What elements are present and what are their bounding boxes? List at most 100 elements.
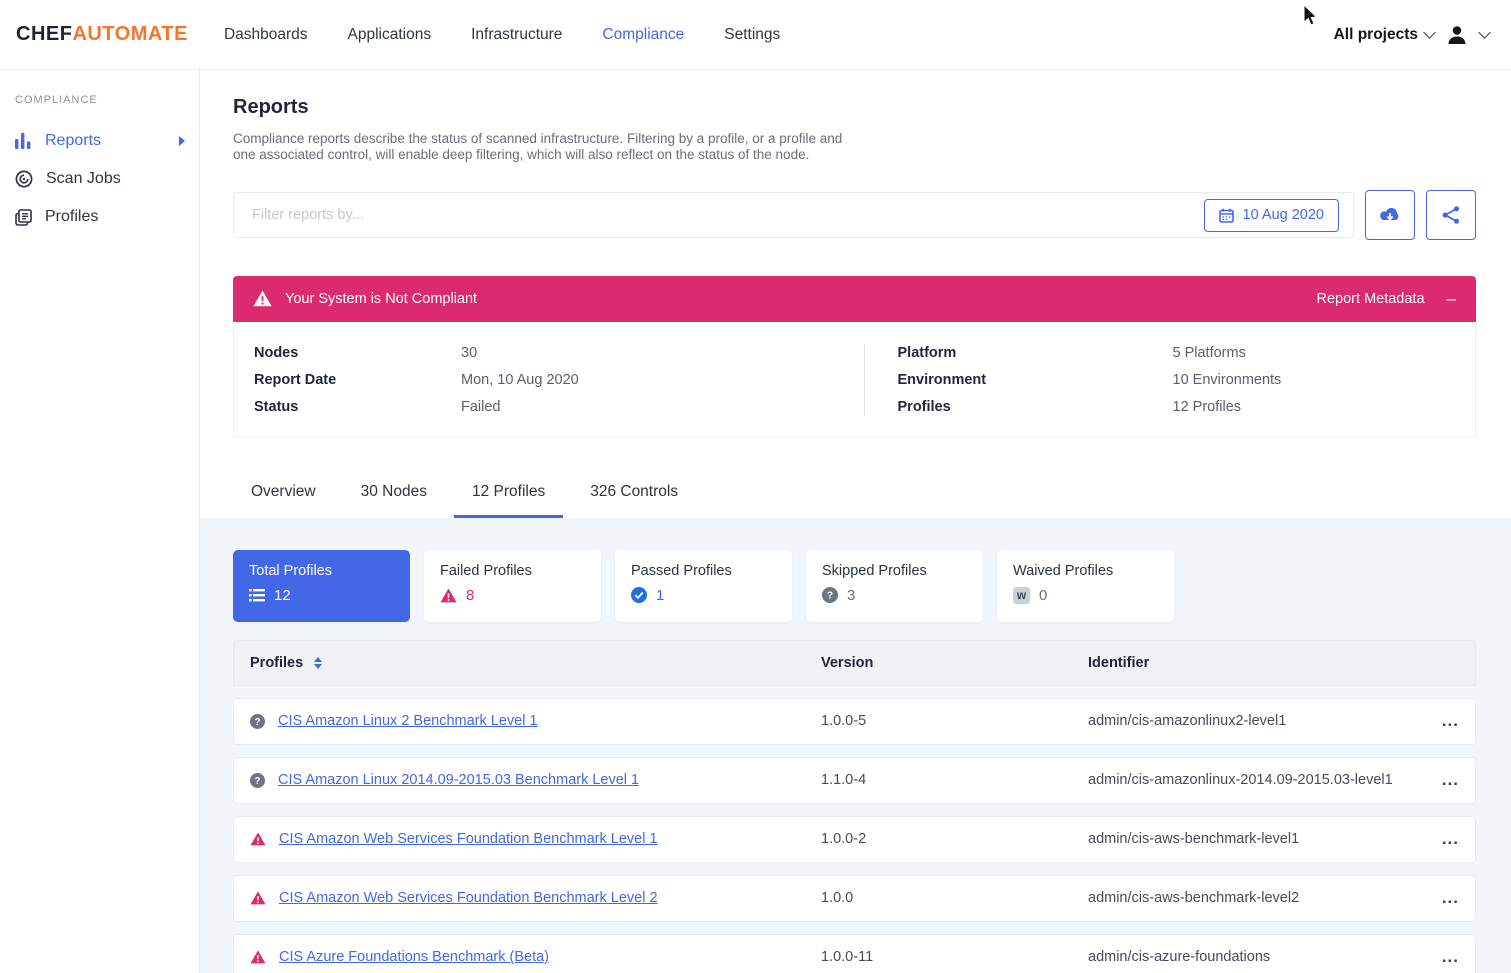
tab-nodes[interactable]: 30 Nodes [343,483,445,518]
profile-link[interactable]: CIS Amazon Linux 2 Benchmark Level 1 [278,713,538,729]
nav-settings[interactable]: Settings [724,26,780,44]
calendar-icon [1219,208,1234,223]
table-row: ? CIS Amazon Linux 2014.09-2015.03 Bench… [233,757,1476,804]
sidebar-item-scan-jobs[interactable]: Scan Jobs [15,160,199,198]
main-nav: Dashboards Applications Infrastructure C… [224,26,780,44]
sidebar-item-reports[interactable]: Reports [15,122,199,160]
nav-infrastructure[interactable]: Infrastructure [471,26,562,44]
row-menu-ellipsis[interactable]: ... [1442,716,1459,726]
row-menu-ellipsis[interactable]: ... [1442,952,1459,962]
profile-link[interactable]: CIS Amazon Web Services Foundation Bench… [279,890,658,906]
sidebar-item-profiles[interactable]: Profiles [15,198,199,236]
row-menu-ellipsis[interactable]: ... [1442,893,1459,903]
card-label: Waived Profiles [1013,563,1158,579]
profile-identifier: admin/cis-aws-benchmark-level1 [1088,831,1413,847]
report-tabs: Overview 30 Nodes 12 Profiles 326 Contro… [233,483,1476,518]
card-failed-profiles[interactable]: Failed Profiles 8 [424,550,601,622]
profile-version: 1.0.0-5 [821,713,1088,729]
banner-message: Your System is Not Compliant [285,291,477,307]
nav-dashboards[interactable]: Dashboards [224,26,308,44]
column-header-identifier: Identifier [1088,655,1413,671]
meta-value: Failed [461,398,501,416]
meta-value: Mon, 10 Aug 2020 [461,371,579,389]
column-header-version: Version [821,655,1088,671]
meta-label: Report Date [254,371,461,389]
card-label: Total Profiles [249,563,394,579]
waived-w-icon: w [1013,587,1030,604]
row-menu-ellipsis[interactable]: ... [1442,834,1459,844]
page-title: Reports [233,96,1476,119]
card-passed-profiles[interactable]: Passed Profiles 1 [615,550,792,622]
profile-identifier: admin/cis-azure-foundations [1088,949,1413,965]
svg-text:?: ? [254,776,260,787]
meta-label: Platform [898,344,1173,362]
question-circle-icon: ? [250,714,265,729]
tab-profiles[interactable]: 12 Profiles [454,483,563,518]
meta-value: 10 Environments [1173,371,1282,389]
meta-label: Environment [898,371,1173,389]
meta-status: Status Failed [254,398,864,416]
svg-text:?: ? [827,590,833,602]
column-header-profiles: Profiles [250,655,303,671]
profile-link[interactable]: CIS Amazon Web Services Foundation Bench… [279,831,658,847]
profile-link[interactable]: CIS Amazon Linux 2014.09-2015.03 Benchma… [278,772,639,788]
meta-label: Nodes [254,344,461,362]
meta-report-date: Report Date Mon, 10 Aug 2020 [254,371,864,389]
report-date-picker-button[interactable]: 10 Aug 2020 [1204,199,1339,232]
chevron-down-icon[interactable] [1478,26,1491,39]
projects-filter-dropdown[interactable]: All projects [1334,26,1434,44]
meta-label: Status [254,398,461,416]
meta-label: Profiles [898,398,1173,416]
profile-identifier: admin/cis-amazonlinux2-level1 [1088,713,1413,729]
meta-value: 12 Profiles [1173,398,1242,416]
top-nav-right: All projects [1334,22,1489,48]
profile-identifier: admin/cis-aws-benchmark-level2 [1088,890,1413,906]
profile-link[interactable]: CIS Azure Foundations Benchmark (Beta) [279,949,549,965]
main-content: Reports Compliance reports describe the … [200,70,1511,973]
card-label: Skipped Profiles [822,563,967,579]
nav-compliance[interactable]: Compliance [602,26,684,44]
card-label: Failed Profiles [440,563,585,579]
cloud-download-icon [1378,206,1402,224]
chevron-down-icon [1423,26,1436,39]
question-circle-icon: ? [250,773,265,788]
download-report-button[interactable] [1365,190,1415,240]
card-label: Passed Profiles [631,563,776,579]
compliance-status-banner: Your System is Not Compliant Report Meta… [233,276,1476,322]
share-report-button[interactable] [1426,190,1476,240]
report-metadata-panel: Nodes 30 Report Date Mon, 10 Aug 2020 St… [233,322,1476,437]
card-value: 8 [466,587,474,604]
date-picker-label: 10 Aug 2020 [1243,207,1324,223]
profile-status-cards: Total Profiles 12 Failed Profiles 8 Pass… [233,550,1476,622]
table-row: CIS Azure Foundations Benchmark (Beta) 1… [233,934,1476,973]
meta-value: 30 [461,344,477,362]
check-circle-icon [631,587,647,603]
card-value: 12 [274,587,291,604]
filter-reports-input[interactable] [233,192,1354,238]
warning-triangle-icon [440,588,457,603]
svg-text:?: ? [254,717,260,728]
chef-automate-logo[interactable]: CHEFAUTOMATE [16,23,188,46]
sort-toggle-icon[interactable] [314,657,322,669]
tab-controls[interactable]: 326 Controls [572,483,696,518]
list-icon [249,589,265,602]
card-waived-profiles[interactable]: Waived Profiles w 0 [997,550,1174,622]
sidebar-item-label: Reports [45,132,101,150]
table-row: CIS Amazon Web Services Foundation Bench… [233,816,1476,863]
row-menu-ellipsis[interactable]: ... [1442,775,1459,785]
scan-radar-icon [15,170,33,188]
collapse-minus-icon[interactable]: – [1447,290,1456,307]
warning-triangle-icon [250,950,266,964]
card-skipped-profiles[interactable]: Skipped Profiles ? 3 [806,550,983,622]
tab-overview[interactable]: Overview [233,483,334,518]
card-value: 0 [1039,587,1047,604]
table-row: ? CIS Amazon Linux 2 Benchmark Level 1 1… [233,698,1476,745]
meta-nodes: Nodes 30 [254,344,864,362]
warning-triangle-icon [253,290,272,307]
profile-identifier: admin/cis-amazonlinux-2014.09-2015.03-le… [1088,772,1413,788]
compliance-sidebar: COMPLIANCE Reports Scan Jobs Profiles [0,70,200,973]
report-metadata-toggle-label[interactable]: Report Metadata [1317,291,1425,307]
nav-applications[interactable]: Applications [348,26,432,44]
card-total-profiles[interactable]: Total Profiles 12 [233,550,410,622]
user-menu[interactable] [1444,22,1470,48]
